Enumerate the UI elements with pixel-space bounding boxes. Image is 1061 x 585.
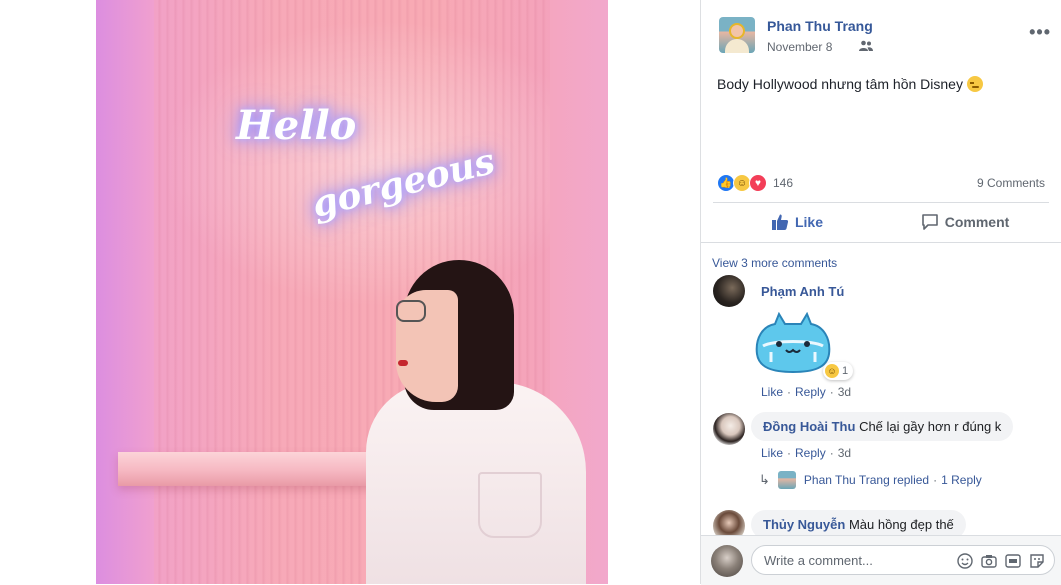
haha-reaction-icon: ☺	[825, 364, 839, 378]
photo-shirt-pocket	[478, 472, 542, 538]
replier-avatar	[777, 471, 796, 489]
comment-composer	[701, 535, 1061, 585]
photo-shirt	[366, 382, 586, 584]
post-date[interactable]: November 8	[767, 40, 832, 54]
meta-separator: ·	[829, 446, 834, 460]
comment-input[interactable]	[762, 552, 946, 569]
photo-person	[346, 260, 596, 584]
comment-like-link[interactable]: Like	[761, 446, 783, 460]
photo-glasses	[396, 300, 426, 322]
action-bar: Like Comment	[713, 206, 1049, 238]
post-header: Phan Thu Trang November 8 •••	[717, 14, 1057, 58]
photo-lips	[398, 360, 408, 366]
meta-separator: ·	[933, 473, 938, 487]
comment-button-label: Comment	[944, 214, 1010, 230]
replied-by-text: Phan Thu Trang replied	[803, 473, 930, 487]
comment-like-link[interactable]: Like	[761, 385, 783, 399]
comment-text: Màu hồng đẹp thế	[848, 517, 954, 532]
view-more-comments-link[interactable]: View 3 more comments	[712, 256, 837, 270]
comment-reply-link[interactable]: Reply	[795, 446, 826, 460]
commenter-avatar[interactable]	[713, 413, 745, 445]
camera-icon[interactable]	[980, 552, 998, 570]
commenter-name[interactable]: Đồng Hoài Thu	[763, 419, 855, 434]
post-text: Body Hollywood nhưng tâm hồn Disney	[717, 76, 963, 92]
emoji-icon[interactable]	[956, 552, 974, 570]
meta-separator: ·	[787, 446, 792, 460]
comment-text: Chế lại gầy hơn r đúng k	[859, 419, 1002, 434]
meta-separator: ·	[829, 385, 834, 399]
commenter-name[interactable]: Thủy Nguyễn	[763, 517, 845, 532]
composer-icons	[956, 552, 1046, 570]
replies-link[interactable]: ↳ Phan Thu Trang replied · 1 Reply	[759, 471, 982, 489]
reply-count: 1 Reply	[941, 473, 982, 487]
smirk-emoji-icon	[966, 76, 983, 92]
reactions-summary[interactable]: 👍 ☺ ♥ 146	[717, 174, 793, 192]
comment-bubble-icon	[921, 214, 938, 230]
more-options-icon[interactable]: •••	[1029, 22, 1051, 43]
friends-audience-icon[interactable]	[859, 40, 873, 52]
comment-meta: Like · Reply · 3d	[761, 446, 851, 460]
reaction-count: 146	[773, 176, 794, 190]
capoo-cat-sticker	[753, 311, 833, 374]
comment-bubble: Đồng Hoài Thu Chế lại gầy hơn r đúng k	[751, 412, 1014, 441]
commenter-name[interactable]: Phạm Anh Tú	[761, 284, 844, 299]
photo-frame-left	[96, 0, 154, 584]
comment-time[interactable]: 3d	[838, 385, 851, 399]
comment-button[interactable]: Comment	[881, 206, 1049, 238]
post-side-panel: Phan Thu Trang November 8 ••• Body Holly…	[701, 0, 1061, 585]
photo-viewer: Hello gorgeous	[0, 0, 700, 584]
sticker-reaction-badge[interactable]: ☺ 1	[823, 362, 854, 380]
commenter-avatar[interactable]	[713, 275, 745, 307]
sticker-icon[interactable]	[1028, 552, 1046, 570]
sticker-reaction-count: 1	[842, 365, 849, 377]
divider-bottom	[701, 242, 1061, 243]
author-avatar[interactable]	[719, 17, 755, 53]
like-button[interactable]: Like	[713, 206, 881, 238]
divider-top	[713, 202, 1049, 203]
reply-arrow-icon: ↳	[759, 472, 770, 487]
thumbs-up-icon	[771, 214, 789, 230]
comment-time[interactable]: 3d	[838, 446, 851, 460]
comment-meta: Like · Reply · 3d	[761, 385, 851, 399]
gif-icon[interactable]	[1004, 552, 1022, 570]
like-button-label: Like	[794, 214, 823, 230]
comment-reply-link[interactable]: Reply	[795, 385, 826, 399]
comment-count-link[interactable]: 9 Comments	[977, 176, 1045, 190]
meta-separator: ·	[787, 385, 792, 399]
author-avatar-head	[729, 23, 745, 39]
current-user-avatar	[711, 545, 743, 577]
author-name[interactable]: Phan Thu Trang	[767, 18, 873, 34]
love-reaction-icon: ♥	[749, 174, 767, 192]
neon-sign-hello: Hello	[236, 102, 357, 149]
comment-input-box[interactable]	[751, 545, 1055, 575]
post-text-container: Body Hollywood nhưng tâm hồn Disney	[717, 76, 983, 92]
author-avatar-body	[725, 39, 749, 53]
post-photo[interactable]: Hello gorgeous	[96, 0, 608, 584]
